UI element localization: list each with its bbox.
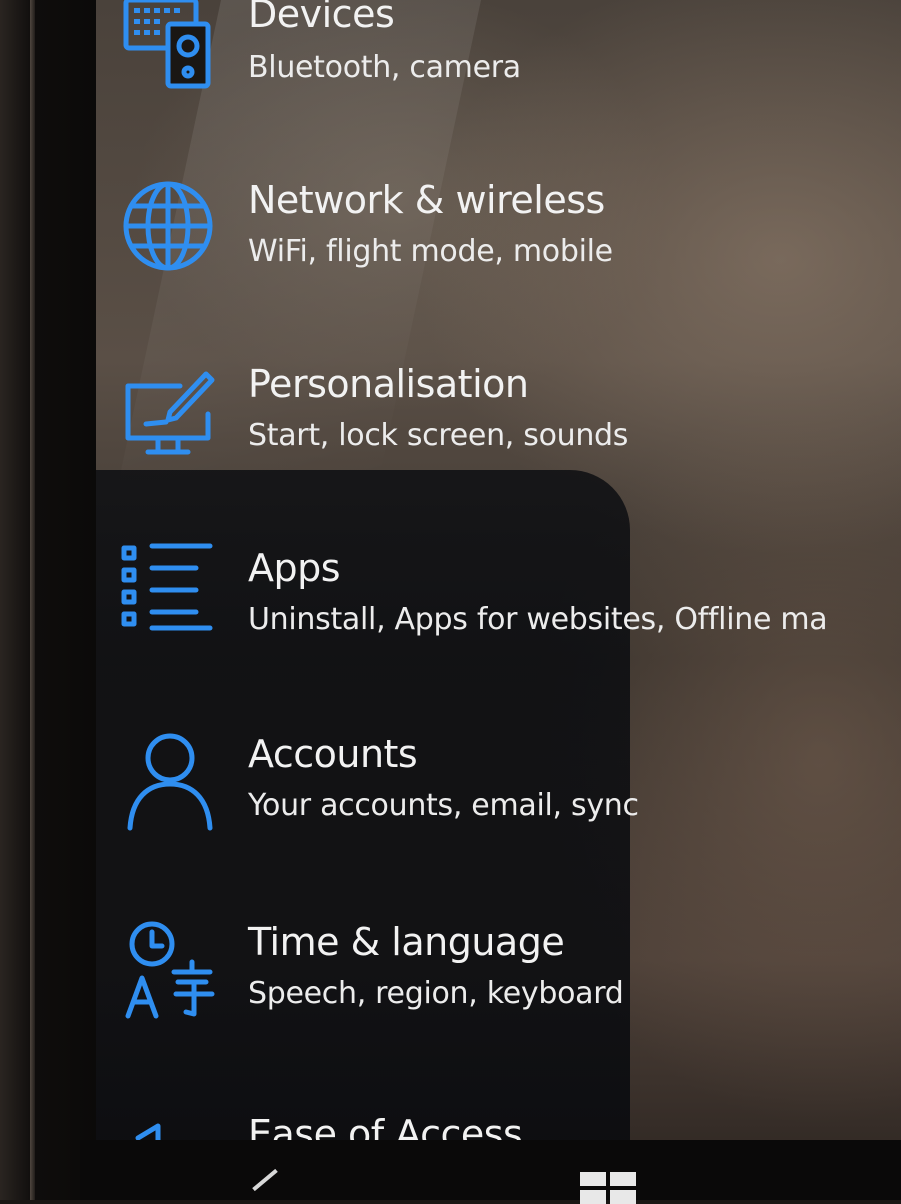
settings-item-accounts[interactable]: Accounts Your accounts, email, sync <box>110 732 901 862</box>
settings-item-title: Ease of Access <box>248 1112 523 1140</box>
personalisation-icon <box>125 371 215 455</box>
settings-item-title: Time & language <box>248 920 565 964</box>
ease-of-access-icon <box>135 1123 161 1140</box>
settings-item-title: Accounts <box>248 732 418 776</box>
navigation-bar <box>80 1140 901 1200</box>
apps-list-icon <box>121 543 213 631</box>
settings-item-title: Personalisation <box>248 362 529 406</box>
settings-item-time-language[interactable]: Time & language Speech, region, keyboard <box>110 920 901 1050</box>
settings-item-network[interactable]: Network & wireless WiFi, flight mode, mo… <box>110 178 901 308</box>
settings-item-subtitle: Speech, region, keyboard <box>248 976 624 1011</box>
settings-item-subtitle: Uninstall, Apps for websites, Offline ma <box>248 602 828 637</box>
globe-icon <box>123 181 213 271</box>
settings-item-personalisation[interactable]: Personalisation Start, lock screen, soun… <box>110 362 901 492</box>
devices-icon <box>123 0 211 89</box>
settings-item-subtitle: Bluetooth, camera <box>248 50 521 85</box>
settings-item-title: Apps <box>248 546 341 590</box>
settings-item-subtitle: Your accounts, email, sync <box>248 788 639 823</box>
settings-item-title: Devices <box>248 0 395 36</box>
settings-item-subtitle: WiFi, flight mode, mobile <box>248 234 613 269</box>
windows-icon[interactable] <box>580 1172 640 1204</box>
settings-item-title: Network & wireless <box>248 178 605 222</box>
settings-item-apps[interactable]: Apps Uninstall, Apps for websites, Offli… <box>110 543 901 676</box>
settings-item-ease-of-access[interactable]: Ease of Access <box>110 1108 901 1140</box>
time-language-icon <box>125 921 215 1019</box>
settings-item-subtitle: Start, lock screen, sounds <box>248 418 629 453</box>
settings-list: Devices Bluetooth, camera Network & wire… <box>0 0 901 1200</box>
person-icon <box>127 733 213 831</box>
settings-item-devices[interactable]: Devices Bluetooth, camera <box>110 0 901 128</box>
